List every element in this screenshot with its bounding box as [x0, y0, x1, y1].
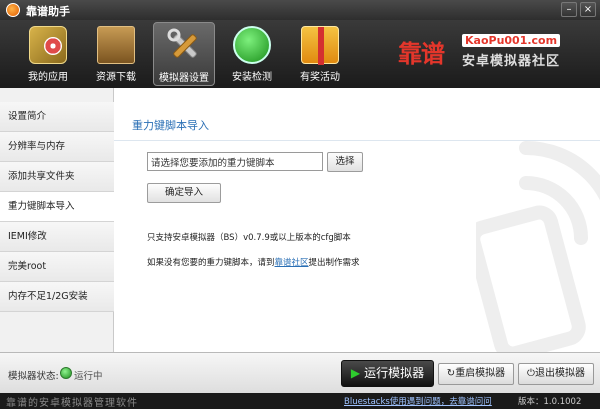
toolbar-label: 模拟器设置: [159, 73, 209, 84]
support-note: 只支持安卓模拟器（BS）v0.7.9或以上版本的cfg脚本: [147, 233, 351, 243]
exit-emulator-label: 退出模拟器: [534, 368, 585, 379]
toolbar-resource-download[interactable]: 资源下载: [85, 22, 147, 86]
download-box-icon: [97, 26, 135, 64]
browse-button[interactable]: 选择: [327, 152, 363, 172]
gift-icon: [301, 26, 339, 65]
toolbar-install-check[interactable]: 安装检测: [221, 22, 283, 86]
restart-emulator-button[interactable]: ↻重启模拟器: [438, 363, 514, 385]
sidebar-item-shared-folder[interactable]: 添加共享文件夹: [0, 162, 114, 192]
request-note: 如果没有您要的重力键脚本，请到靠谱社区提出制作需求: [147, 256, 360, 268]
window-title: 靠谱助手: [26, 5, 70, 18]
toolbar-reward-activity[interactable]: 有奖活动: [289, 22, 351, 86]
toolbar-my-apps[interactable]: 我的应用: [17, 22, 79, 86]
toolbar-emulator-settings[interactable]: 模拟器设置: [153, 22, 215, 86]
sidebar-item-low-memory[interactable]: 内存不足1/2G安装: [0, 282, 114, 312]
emulator-status-label: 模拟器状态:: [8, 371, 59, 382]
community-link[interactable]: 靠谱社区: [275, 258, 309, 268]
sidebar-item-resolution-memory[interactable]: 分辨率与内存: [0, 132, 114, 162]
footer: 靠谱的安卓模拟器管理软件 Bluestacks使用遇到问题，去靠谱问问 版本：1…: [0, 393, 600, 409]
play-icon: ▶: [350, 366, 361, 380]
confirm-import-button[interactable]: 确定导入: [147, 183, 221, 203]
request-note-prefix: 如果没有您要的重力键脚本，请到: [147, 258, 275, 268]
script-path-input[interactable]: [147, 152, 323, 171]
brand-logo: 靠谱 KaoPu001.com 安卓模拟器社区: [398, 30, 598, 76]
restart-emulator-label: 重启模拟器: [455, 368, 506, 379]
power-icon: ⏻: [527, 368, 535, 379]
run-emulator-button[interactable]: ▶ 运行模拟器: [341, 360, 434, 387]
tools-icon: [167, 28, 197, 58]
toolbar-label: 我的应用: [28, 72, 68, 83]
footer-slogan: 靠谱的安卓模拟器管理软件: [6, 398, 138, 409]
toolbar-label: 有奖活动: [300, 72, 340, 83]
settings-panel: 重力键脚本导入 选择 确定导入 只支持安卓模拟器（BS）v0.7.9或以上版本的…: [114, 88, 600, 352]
phone-signal-watermark-icon: [476, 141, 600, 352]
check-monitor-icon: [233, 26, 271, 64]
sidebar-item-intro[interactable]: 设置简介: [0, 102, 114, 132]
toolbar-label: 安装检测: [232, 72, 272, 83]
restart-icon: ↻: [446, 368, 456, 379]
minimize-icon[interactable]: –: [561, 2, 577, 17]
toolbar-label: 资源下载: [96, 72, 136, 83]
settings-sidebar: 设置简介 分辨率与内存 添加共享文件夹 重力键脚本导入 IEMI修改 完美roo…: [0, 88, 115, 352]
brand-tagline: 安卓模拟器社区: [462, 54, 561, 69]
request-note-suffix: 提出制作需求: [308, 258, 360, 268]
help-link[interactable]: Bluestacks使用遇到问题，去靠谱问问: [344, 395, 492, 407]
exit-emulator-button[interactable]: ⏻退出模拟器: [518, 363, 594, 385]
brand-url: KaoPu001.com: [462, 34, 561, 47]
apps-book-icon: [29, 26, 67, 64]
emulator-status-value: 运行中: [74, 371, 103, 382]
version-label: 版本：1.0.1002: [518, 397, 582, 407]
sidebar-item-root[interactable]: 完美root: [0, 252, 114, 282]
brand-name: 靠谱: [398, 39, 445, 68]
sidebar-item-gravity-script[interactable]: 重力键脚本导入: [0, 192, 115, 222]
status-bar: 模拟器状态: 运行中 ▶ 运行模拟器 ↻重启模拟器 ⏻退出模拟器: [0, 352, 600, 393]
run-emulator-label: 运行模拟器: [364, 366, 425, 380]
divider: [114, 140, 600, 141]
status-ok-icon: [60, 367, 72, 379]
close-icon[interactable]: ×: [580, 2, 596, 17]
app-logo-icon: [6, 3, 20, 17]
page-title: 重力键脚本导入: [132, 119, 209, 132]
sidebar-item-imei[interactable]: IEMI修改: [0, 222, 114, 252]
title-bar: 靠谱助手 – ×: [0, 0, 600, 20]
